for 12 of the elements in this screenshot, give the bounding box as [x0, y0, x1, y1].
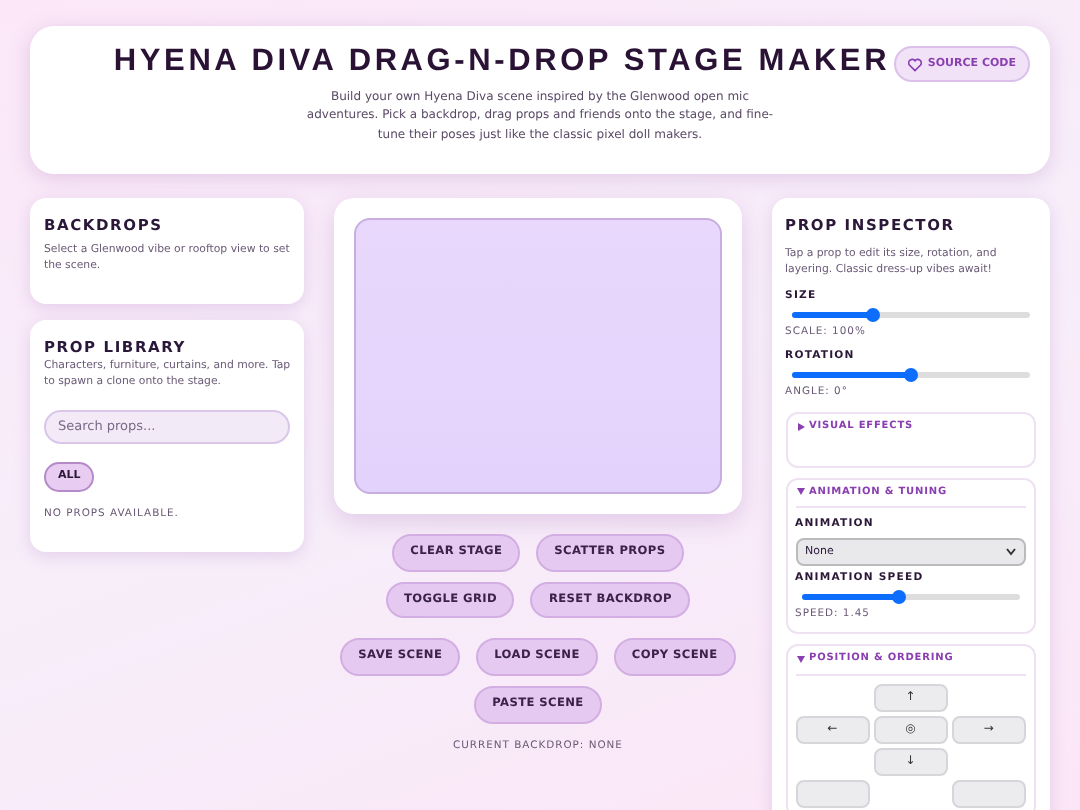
- chevron-icon: [1006, 548, 1016, 557]
- heart-icon: [907, 57, 922, 72]
- collapsed-caret-icon[interactable]: [795, 421, 806, 432]
- slider-thumb[interactable]: [903, 368, 918, 383]
- slider-track[interactable]: [801, 594, 1020, 601]
- expanded-caret-icon[interactable]: [795, 653, 806, 664]
- slider-thumb[interactable]: [865, 307, 880, 322]
- page-title: HYENA DIVA DRAG-N-DROP STAGE MAKER: [111, 42, 893, 82]
- slider-track[interactable]: [791, 372, 1030, 379]
- slider-track[interactable]: [791, 311, 1030, 318]
- slider-thumb[interactable]: [892, 590, 907, 605]
- expanded-caret-icon[interactable]: [795, 486, 806, 497]
